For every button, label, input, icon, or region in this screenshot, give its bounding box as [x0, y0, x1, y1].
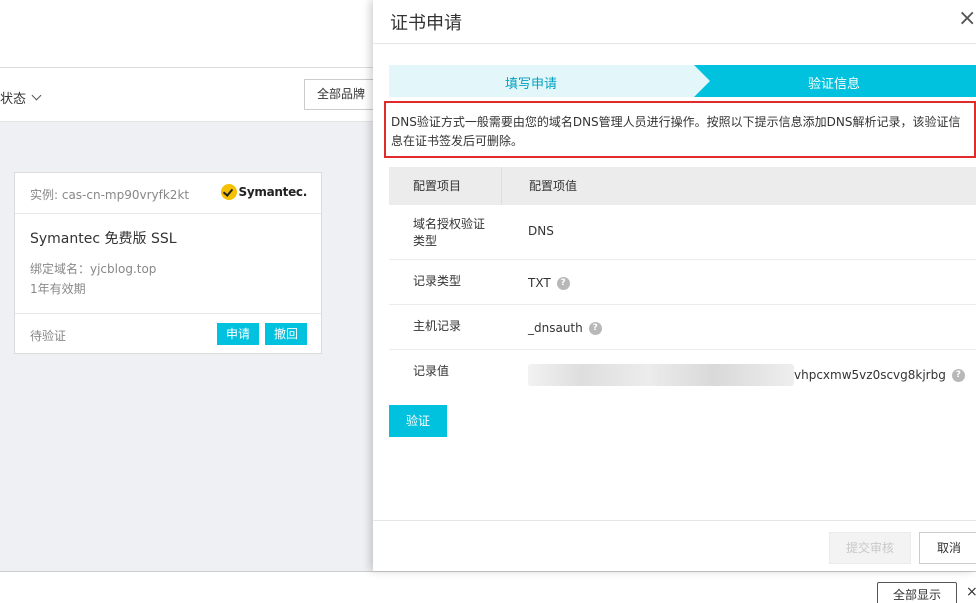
- step-label-fill-application: 填写申请: [505, 77, 558, 92]
- row-key: 域名授权验证类型: [413, 217, 486, 248]
- verify-button[interactable]: 验证: [389, 405, 447, 437]
- table-header: 配置项目 配置项值: [389, 167, 976, 205]
- help-icon[interactable]: ?: [951, 368, 965, 382]
- drawer-footer: 提交审核 取消: [373, 520, 976, 571]
- header-config-item: 配置项目: [389, 167, 502, 205]
- row-key: 记录值: [413, 364, 450, 378]
- table-row: 记录值 vhpcxmw5vz0scvg8kjrbg ?: [389, 350, 976, 395]
- dns-verification-notice: DNS验证方式一般需要由您的域名DNS管理人员进行操作。按照以下提示信息添加DN…: [384, 101, 976, 158]
- drawer-title: 证书申请: [390, 13, 462, 34]
- show-all-button[interactable]: 全部显示: [877, 582, 957, 603]
- revoke-button[interactable]: 撤回: [265, 323, 307, 345]
- product-name: Symantec 免费版 SSL: [30, 231, 177, 247]
- symantec-logo: Symantec.: [220, 184, 308, 200]
- status-filter-label: 状态: [0, 92, 27, 107]
- certificate-application-drawer: 证书申请 × 填写申请 验证信息 DNS验证方式一般需要由您的域名DNS管理人员…: [373, 0, 976, 571]
- card-footer: 待验证 申请 撤回: [15, 314, 321, 353]
- instance-id: 实例: cas-cn-mp90vryfk2kt: [30, 188, 190, 202]
- redacted-value-blur: [528, 364, 794, 386]
- card-header: 实例: cas-cn-mp90vryfk2kt Symantec.: [15, 173, 321, 214]
- record-value[interactable]: vhpcxmw5vz0scvg8kjrbg ?: [528, 364, 965, 386]
- certificate-card: 实例: cas-cn-mp90vryfk2kt Symantec. Symant…: [14, 172, 322, 354]
- close-icon[interactable]: ×: [958, 8, 976, 30]
- brand-filter-select[interactable]: 全部品牌: [304, 79, 384, 110]
- checkmark-icon: [220, 184, 237, 200]
- table-row: 主机记录 _dnsauth ?: [389, 305, 976, 350]
- bottom-bar: 全部显示 ×: [0, 571, 976, 603]
- value-text: DNS: [528, 224, 554, 238]
- help-icon[interactable]: ?: [588, 321, 602, 335]
- status-filter[interactable]: 状态: [0, 88, 42, 107]
- row-value: _dnsauth ?: [528, 321, 602, 335]
- logo-text: Symantec.: [238, 185, 308, 199]
- value-text: _dnsauth: [528, 321, 583, 335]
- cancel-button[interactable]: 取消: [919, 532, 976, 564]
- row-key: 记录类型: [413, 274, 462, 288]
- bound-domain: 绑定域名：yjcblog.top: [30, 262, 157, 276]
- table-row: 记录类型 TXT ?: [389, 260, 976, 305]
- value-text: vhpcxmw5vz0scvg8kjrbg: [794, 368, 946, 382]
- status-text: 待验证: [30, 329, 67, 343]
- submit-review-button[interactable]: 提交审核: [829, 532, 911, 564]
- close-icon[interactable]: ×: [966, 584, 976, 600]
- value-text: TXT: [528, 276, 551, 290]
- apply-button[interactable]: 申请: [217, 323, 259, 345]
- drawer-header: 证书申请 ×: [373, 0, 976, 44]
- help-icon[interactable]: ?: [556, 276, 570, 290]
- card-body: Symantec 免费版 SSL 绑定域名：yjcblog.top 1年有效期: [15, 214, 321, 314]
- chevron-down-icon: [31, 90, 42, 101]
- validity-period: 1年有效期: [30, 282, 86, 296]
- row-value: DNS: [528, 224, 554, 238]
- header-config-value: 配置项值: [529, 179, 578, 193]
- notice-text: DNS验证方式一般需要由您的域名DNS管理人员进行操作。按照以下提示信息添加DN…: [391, 115, 961, 148]
- row-value: TXT ?: [528, 276, 570, 290]
- row-key: 主机记录: [413, 319, 462, 333]
- step-arrow: [694, 65, 710, 97]
- dns-config-table: 配置项目 配置项值 域名授权验证类型 DNS 记录类型 TXT ? 主机记录 _…: [389, 167, 976, 395]
- step-label-verify-info: 验证信息: [808, 77, 861, 92]
- table-row: 域名授权验证类型 DNS: [389, 205, 976, 260]
- step-indicator: 填写申请 验证信息: [389, 65, 976, 97]
